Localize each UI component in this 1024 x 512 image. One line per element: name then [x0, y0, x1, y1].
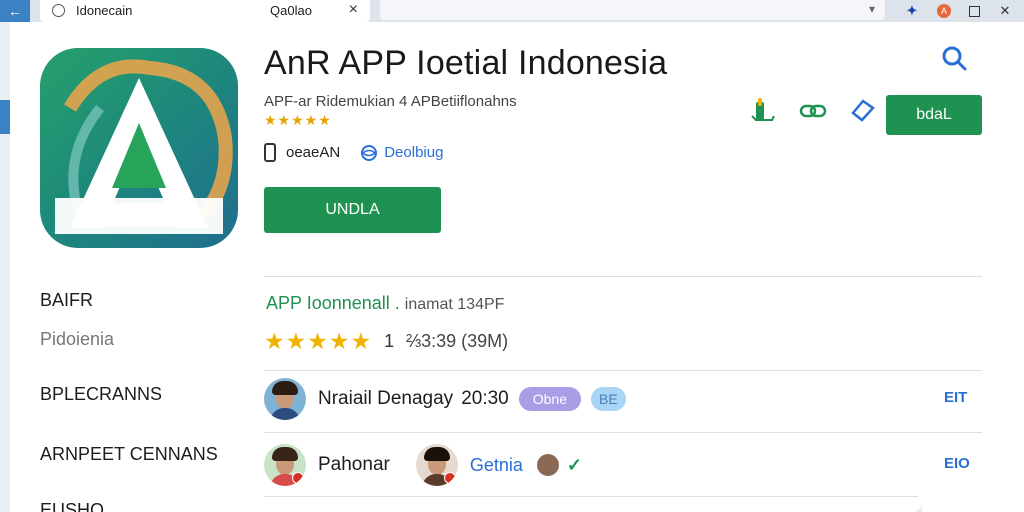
window-controls: ✦ A ✕: [889, 0, 1024, 22]
globe-icon: [361, 144, 378, 161]
tag-badge[interactable]: BE: [590, 387, 626, 411]
profile-avatar-icon[interactable]: A: [937, 4, 951, 18]
search-icon[interactable]: [940, 44, 968, 72]
ratings-title-main: APP Ioonnenall .: [266, 293, 400, 313]
sidebar-label[interactable]: BPLECRANNS: [40, 384, 162, 405]
divider: [264, 276, 982, 277]
rating-stars: ★★★★★: [264, 328, 373, 354]
side-accent: [0, 100, 10, 134]
app-device-label: oeaeAN: [286, 144, 341, 161]
maximize-icon[interactable]: [969, 5, 980, 17]
sidebar-label[interactable]: ARNPEET CENNANS: [40, 444, 218, 465]
sidebar-label[interactable]: BAIFR: [40, 290, 93, 311]
install-button[interactable]: UNDLA: [264, 187, 441, 233]
review-edit-link[interactable]: EIT: [944, 389, 967, 406]
thumb-icon[interactable]: [748, 96, 778, 126]
avatar[interactable]: [264, 444, 306, 486]
reviewer-name: Nraiail Denagay: [318, 388, 454, 409]
review-time: 20:30: [461, 388, 509, 409]
sidebar-label[interactable]: EUSHO: [40, 500, 104, 512]
share-button[interactable]: bdaL: [886, 95, 982, 135]
app-star-rating: ★★★★★: [264, 112, 332, 128]
site-icon: [52, 4, 65, 17]
sidebar-label[interactable]: Pidoienia: [40, 329, 114, 350]
avatar[interactable]: [536, 454, 559, 476]
tab-subtitle: Qa0lao: [270, 3, 312, 18]
tab-title: Idonecain: [76, 3, 133, 18]
link-icon[interactable]: [798, 96, 828, 126]
browser-toolbar: ← Idonecain Qa0lao × ▾ ✦ A ✕: [0, 0, 1024, 22]
chevron-down-icon[interactable]: ▾: [869, 2, 875, 16]
review-row: Nraiail Denagay 20:30 Obne BE: [264, 378, 626, 420]
app-title: AnR APP Ioetial Indonesia: [264, 44, 668, 82]
reviewer-name: Pahonar: [318, 454, 390, 475]
phone-icon: [264, 143, 276, 162]
browser-tab[interactable]: Idonecain Qa0lao ×: [40, 0, 370, 22]
divider: [264, 496, 918, 497]
rating-summary: ★★★★★ 1 ⅔3:39 (39M): [264, 328, 508, 355]
bookmark-icon[interactable]: [848, 96, 878, 126]
avatar[interactable]: [415, 444, 458, 486]
review-edit-link[interactable]: EIO: [944, 455, 970, 472]
status-badge[interactable]: Obne: [518, 387, 581, 411]
action-icons: [748, 96, 878, 126]
tab-close-button[interactable]: ×: [349, 1, 358, 19]
pin-icon[interactable]: ✦: [905, 3, 919, 18]
address-bar[interactable]: ▾: [380, 0, 885, 20]
check-icon: ✓: [566, 454, 582, 475]
developer-link[interactable]: Deolbiug: [384, 144, 443, 161]
app-logo-icon: [40, 48, 238, 248]
arrow-left-icon: ←: [8, 3, 22, 19]
avatar[interactable]: [264, 378, 306, 420]
divider: [264, 370, 982, 371]
rating-count: 1: [384, 331, 395, 351]
ratings-title: APP Ioonnenall . inamat 134PF: [266, 293, 504, 314]
back-button[interactable]: ←: [0, 0, 30, 22]
reviewer-link[interactable]: Getnia: [470, 455, 523, 476]
ratings-title-sub: inamat 134PF: [404, 296, 505, 313]
close-window-icon[interactable]: ✕: [998, 3, 1012, 18]
rating-time: ⅔3:39 (39M): [406, 331, 509, 351]
divider: [264, 432, 982, 433]
app-subtitle: APF-ar Ridemukian 4 APBetiiflonahns: [264, 93, 517, 110]
app-meta: oeaeAN Deolbiug: [264, 143, 443, 162]
review-row: Pahonar Getnia ✓: [264, 444, 582, 486]
